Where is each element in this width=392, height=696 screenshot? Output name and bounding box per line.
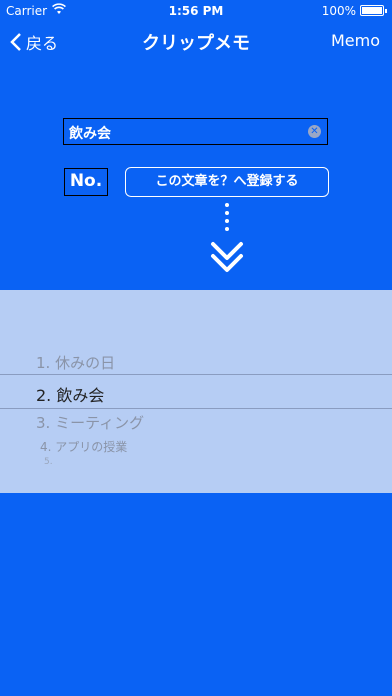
category-picker[interactable]: 1. 休みの日 2. 飲み会 3. ミーティング 4. アプリの授業 5. [0, 290, 392, 493]
dotted-arrow-line [224, 203, 230, 235]
picker-item-selected[interactable]: 2. 飲み会 [36, 382, 104, 406]
picker-selection-bottom-line [0, 408, 392, 409]
clear-icon[interactable]: ✕ [308, 125, 321, 138]
battery-icon [360, 5, 387, 16]
memo-title-value: 飲み会 [69, 126, 111, 142]
battery-percent: 100% [321, 4, 356, 18]
picker-item[interactable]: 4. アプリの授業 [40, 438, 127, 455]
memo-button[interactable]: Memo [331, 31, 380, 50]
navigation-bar: 戻る クリップメモ Memo [0, 22, 392, 62]
picker-item[interactable]: 1. 休みの日 [36, 352, 115, 373]
register-button[interactable]: この文章を？へ登録する [125, 167, 329, 197]
number-label: No. [64, 168, 108, 196]
status-bar: Carrier 1:56 PM 100% [0, 0, 392, 22]
double-chevron-down-icon [211, 242, 243, 272]
memo-title-input[interactable]: 飲み会 ✕ [63, 118, 328, 145]
picker-selection-top-line [0, 374, 392, 375]
picker-item[interactable]: 3. ミーティング [36, 412, 144, 433]
picker-item[interactable]: 5. [44, 457, 53, 467]
